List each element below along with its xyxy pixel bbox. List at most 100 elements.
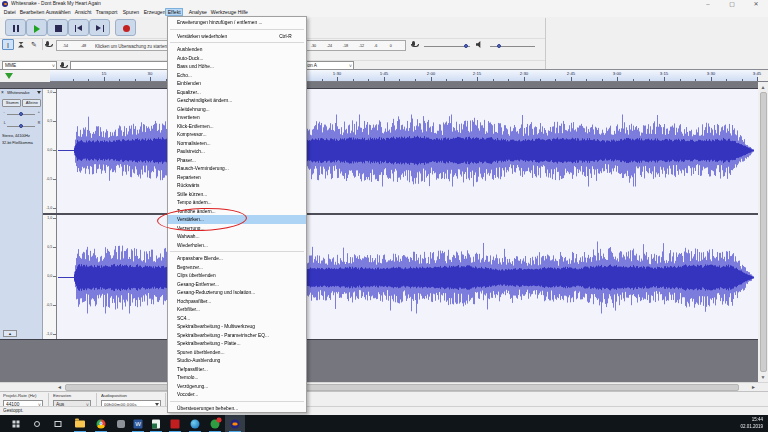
taskbar-icon-word[interactable]: W <box>128 415 148 432</box>
taskbar-icon-excel[interactable] <box>146 415 166 432</box>
menu-item-sc-[interactable]: SC4... <box>168 314 306 323</box>
menubar-item-bearbeiten[interactable]: Bearbeiten <box>18 9 46 15</box>
menubar-item-analyse[interactable]: Analyse <box>187 9 209 15</box>
menu-item-tremolo-[interactable]: Tremolo... <box>168 373 306 382</box>
output-volume-thumb[interactable] <box>497 44 501 48</box>
menu-item-rausch-verminderung-[interactable]: Rausch-Verminderung... <box>168 164 306 173</box>
menu-item-stille-k-rzen-[interactable]: Stille kürzen... <box>168 190 306 199</box>
menu-item-invertieren[interactable]: Invertieren <box>168 113 306 122</box>
menu-item-wiederholen-[interactable]: Wiederholen... <box>168 241 306 250</box>
vertical-scrollbar[interactable]: ▲ ▼ <box>758 82 768 382</box>
menu-item-clips-berblenden[interactable]: Clips überblenden <box>168 271 306 280</box>
menu-item-kompressor-[interactable]: Kompressor... <box>168 130 306 139</box>
menu-item-geschwindigkeit-ndern-[interactable]: Geschwindigkeit ändern... <box>168 96 306 105</box>
menu-item-echo-[interactable]: Echo... <box>168 71 306 80</box>
taskbar-icon-edge[interactable] <box>185 415 205 432</box>
menu-item-kerbfilter-[interactable]: Kerbfilter... <box>168 305 306 314</box>
menu-item-bass-und-h-he-[interactable]: Bass und Höhe... <box>168 62 306 71</box>
menu-item-spektralbearbeitung-platte-[interactable]: Spektralbearbeitung - Platte... <box>168 339 306 348</box>
play-button[interactable] <box>26 19 47 36</box>
menu-item-verz-gerung-[interactable]: Verzögerung... <box>168 382 306 391</box>
menu-item-spektralbearbeitung-parametrischer-eq-[interactable]: Spektralbearbeitung - Parametrischer EQ.… <box>168 331 306 340</box>
menu-item-wahwah-[interactable]: Wahwah... <box>168 232 306 241</box>
pinned-playhead-icon[interactable] <box>5 73 13 79</box>
horizontal-scrollbar[interactable]: ◄ ► <box>0 382 768 391</box>
track-menu-caret-icon[interactable] <box>37 91 41 94</box>
scroll-down-icon[interactable]: ▼ <box>758 372 768 382</box>
draw-tool[interactable]: ✎ <box>28 39 40 50</box>
menu-item-verst-rken-wiederholen[interactable]: Verstärken wiederholenCtrl-R <box>168 32 306 41</box>
menu-item-studio-ausblendung[interactable]: Studio-Ausblendung <box>168 356 306 365</box>
taskbar-icon-file-explorer[interactable] <box>70 415 90 432</box>
taskbar-icon-chrome[interactable] <box>91 415 111 432</box>
menubar-item-erzeugen[interactable]: Erzeugen <box>142 9 167 15</box>
menu-item-spuren-berblenden-[interactable]: Spuren überblenden... <box>168 348 306 357</box>
maximize-button[interactable]: ▢ <box>724 0 740 8</box>
selection-tool[interactable]: I <box>2 39 14 50</box>
track-name[interactable]: Whitesnake <box>7 90 30 94</box>
taskbar-icon-antivirus[interactable] <box>205 415 225 432</box>
menu-item-normalisieren-[interactable]: Normalisieren... <box>168 139 306 148</box>
taskbar-icon-task-view[interactable] <box>48 415 68 432</box>
taskbar-icon-audacity[interactable] <box>225 415 245 432</box>
input-volume-thumb[interactable] <box>464 44 468 48</box>
audio-host-dropdown[interactable]: MME˅ <box>2 61 57 70</box>
taskbar-icon-start-menu[interactable] <box>6 415 26 432</box>
track-control-panel[interactable]: × Whitesnake Stumm Alleine - + L R Stere… <box>0 89 43 339</box>
menu-item-tiefpassfilter-[interactable]: Tiefpassfilter... <box>168 365 306 374</box>
menu-item-spektralbearbeitung-multiwerkzeug[interactable]: Spektralbearbeitung - Multiwerkzeug <box>168 322 306 331</box>
menu-item-auto-duck-[interactable]: Auto-Duck... <box>168 54 306 63</box>
taskbar-icon-search[interactable] <box>27 415 47 432</box>
gain-slider-thumb[interactable] <box>19 112 23 116</box>
minimize-button[interactable]: – <box>700 0 716 8</box>
menu-item-equalizer-[interactable]: Equalizer... <box>168 88 306 97</box>
skip-to-end-button[interactable] <box>89 19 110 36</box>
menu-item-r-ckw-rts[interactable]: Rückwärts <box>168 181 306 190</box>
vertical-scroll-thumb[interactable] <box>760 92 767 372</box>
menu-item-vocoder-[interactable]: Vocoder... <box>168 390 306 399</box>
track-collapse-button[interactable]: ▲ <box>3 330 17 337</box>
menu-item-gleitdehnung-[interactable]: Gleitdehnung... <box>168 105 306 114</box>
menubar-item-effekt[interactable]: Effekt <box>166 9 182 15</box>
menu-item-gesang-entferner-[interactable]: Gesang-Entferner... <box>168 280 306 289</box>
menubar-item-hilfe[interactable]: Hilfe <box>236 9 250 15</box>
record-button[interactable] <box>115 19 136 36</box>
solo-button[interactable]: Alleine <box>22 99 41 107</box>
menubar-item-ansicht[interactable]: Ansicht <box>73 9 93 15</box>
menubar-item-transport[interactable]: Transport <box>94 9 119 15</box>
close-button[interactable]: ✕ <box>748 0 764 8</box>
menu-item-gesang-reduzierung-und-isolation-[interactable]: Gesang-Reduzierung und Isolation... <box>168 288 306 297</box>
taskbar-clock[interactable]: 15:44 02.01.2019 <box>733 417 763 430</box>
track-close-icon[interactable]: × <box>1 90 4 95</box>
menu-item-erweiterungen-hinzuf-gen-entfernen-[interactable]: Erweiterungen hinzufügen / entfernen ... <box>168 18 306 27</box>
pan-slider-thumb[interactable] <box>19 124 23 128</box>
mute-button[interactable]: Stumm <box>2 99 21 107</box>
menu-item--bersteuerungen-beheben-[interactable]: Übersteuerungen beheben... <box>168 404 306 413</box>
waveform-right-channel[interactable] <box>58 216 759 339</box>
taskbar-icon-acrobat[interactable] <box>165 415 185 432</box>
scroll-up-icon[interactable]: ▲ <box>758 82 768 92</box>
menu-item-hochpassfilter-[interactable]: Hochpassfilter... <box>168 297 306 306</box>
menu-item-einblenden[interactable]: Einblenden <box>168 79 306 88</box>
menu-item-phaser-[interactable]: Phaser... <box>168 156 306 165</box>
menu-item-begrenzer-[interactable]: Begrenzer... <box>168 263 306 272</box>
menu-item-klick-entfernen-[interactable]: Klick-Entfernen... <box>168 122 306 131</box>
pause-button[interactable] <box>5 19 26 36</box>
menu-item-reparieren[interactable]: Reparieren <box>168 173 306 182</box>
menubar-item-spuren[interactable]: Spuren <box>121 9 141 15</box>
waveform-left-channel[interactable] <box>58 89 759 212</box>
timeline-ruler[interactable]: 1530451:001:151:301:452:002:152:302:453:… <box>50 70 758 81</box>
menubar-item-datei[interactable]: Datei <box>2 9 17 15</box>
ruler-tick <box>726 79 727 81</box>
stop-button[interactable] <box>47 19 68 36</box>
menu-item-anpassbare-blende-[interactable]: Anpassbare Blende... <box>168 254 306 263</box>
skip-to-start-button[interactable] <box>68 19 89 36</box>
menu-item-paulstretch-[interactable]: Paulstretch... <box>168 147 306 156</box>
envelope-tool[interactable] <box>15 39 27 50</box>
menubar-item-auswählen[interactable]: Auswählen <box>44 9 72 15</box>
ruler-tick <box>493 79 494 81</box>
menubar-item-werkzeuge[interactable]: Werkzeuge <box>209 9 238 15</box>
menu-item-tempo-ndern-[interactable]: Tempo ändern... <box>168 198 306 207</box>
menu-item-ausblenden[interactable]: Ausblenden <box>168 45 306 54</box>
audio-track[interactable]: × Whitesnake Stumm Alleine - + L R Stere… <box>0 88 758 340</box>
